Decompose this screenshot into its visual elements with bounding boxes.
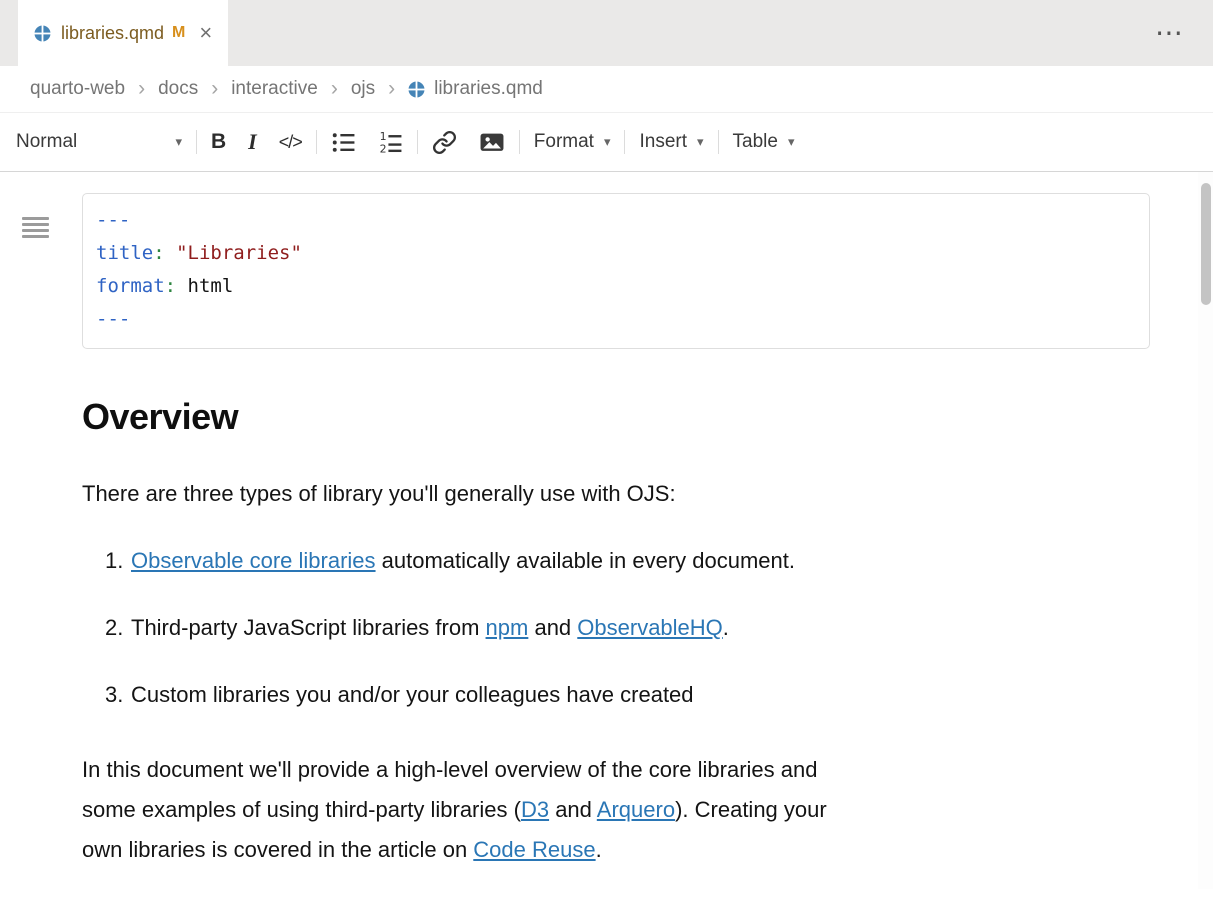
quarto-file-icon (408, 81, 425, 98)
toolbar-separator (417, 130, 418, 154)
paragraph-style-select[interactable]: Normal ▾ (14, 131, 182, 153)
toolbar-separator (519, 130, 520, 154)
chevron-down-icon: ▾ (175, 134, 182, 150)
yaml-title-line: title: "Libraries" (96, 237, 1136, 270)
list-item-text: Custom libraries you and/or your colleag… (131, 680, 694, 710)
list-item-number: 2. (82, 613, 131, 643)
editor-canvas[interactable]: --- title: "Libraries" format: html --- … (0, 193, 1213, 910)
text-run: In this document we'll provide a high-le… (82, 757, 817, 782)
yaml-key: format (96, 275, 165, 297)
quarto-file-icon (34, 25, 51, 42)
formatting-toolbar: Normal ▾ B I </> 1 2 (0, 113, 1213, 172)
yaml-colon: : (165, 275, 176, 297)
closing-paragraph-line: own libraries is covered in the article … (82, 830, 1092, 870)
more-options-icon[interactable]: ⋯ (1155, 19, 1185, 47)
bold-button[interactable]: B (211, 130, 226, 154)
toolbar-separator (718, 130, 719, 154)
library-types-list: 1. Observable core libraries automatical… (82, 546, 1150, 710)
closing-paragraph-line: In this document we'll provide a high-le… (82, 750, 1092, 790)
yaml-colon: : (153, 242, 164, 264)
list-item: 1. Observable core libraries automatical… (82, 546, 1150, 576)
list-item: 2. Third-party JavaScript libraries from… (82, 613, 1150, 643)
inline-link[interactable]: Arquero (597, 797, 675, 822)
insert-menu[interactable]: Insert ▾ (639, 131, 703, 153)
text-run: automatically available in every documen… (376, 548, 795, 573)
tab-strip: libraries.qmd M × ⋯ (0, 0, 1213, 66)
format-menu-label: Format (534, 131, 594, 153)
scrollbar-track[interactable] (1198, 172, 1213, 889)
yaml-plain-value: html (188, 275, 234, 297)
breadcrumb-separator: › (211, 77, 218, 101)
insert-menu-label: Insert (639, 131, 687, 153)
insert-image-button[interactable] (479, 130, 505, 155)
toolbar-separator (316, 130, 317, 154)
image-icon (479, 130, 505, 155)
table-menu[interactable]: Table ▾ (733, 131, 795, 153)
block-drag-handle-icon[interactable] (22, 217, 49, 241)
breadcrumb: quarto-web › docs › interactive › ojs › … (0, 66, 1213, 113)
text-run: some examples of using third-party libra… (82, 797, 521, 822)
closing-paragraph-line: some examples of using third-party libra… (82, 790, 1092, 830)
yaml-fence-bottom: --- (96, 303, 1136, 336)
breadcrumb-quarto-web[interactable]: quarto-web (30, 78, 125, 100)
text-run: ). Creating your (675, 797, 827, 822)
yaml-format-line: format: html (96, 270, 1136, 303)
text-run: Custom libraries you and/or your colleag… (131, 682, 694, 707)
toolbar-separator (624, 130, 625, 154)
chevron-down-icon: ▾ (788, 134, 795, 150)
table-menu-label: Table (733, 131, 778, 153)
closing-paragraph: In this document we'll provide a high-le… (82, 750, 1092, 870)
numbered-list-button[interactable]: 1 2 (378, 130, 403, 155)
intro-paragraph: There are three types of library you'll … (82, 479, 1150, 509)
text-run: and (549, 797, 597, 822)
text-run: own libraries is covered in the article … (82, 837, 473, 862)
text-run: . (723, 615, 729, 640)
bullet-list-button[interactable] (331, 130, 356, 155)
yaml-fence-top: --- (96, 204, 1136, 237)
inline-link[interactable]: ObservableHQ (577, 615, 723, 640)
link-icon (432, 130, 457, 155)
close-tab-icon[interactable]: × (199, 22, 212, 44)
tab-title: libraries.qmd (61, 23, 164, 44)
breadcrumb-separator: › (388, 77, 395, 101)
chevron-down-icon: ▾ (604, 134, 611, 150)
bullet-list-icon (331, 130, 356, 155)
numbered-list-icon: 1 2 (378, 130, 403, 155)
breadcrumb-separator: › (331, 77, 338, 101)
list-item-text: Observable core libraries automatically … (131, 546, 795, 576)
text-run: . (596, 837, 602, 862)
svg-text:1: 1 (379, 130, 386, 143)
insert-link-button[interactable] (432, 130, 457, 155)
breadcrumb-file[interactable]: libraries.qmd (408, 78, 543, 100)
inline-link[interactable]: Observable core libraries (131, 548, 376, 573)
breadcrumb-file-label: libraries.qmd (434, 78, 543, 100)
code-button[interactable]: </> (279, 132, 302, 153)
breadcrumb-docs[interactable]: docs (158, 78, 198, 100)
list-item: 3. Custom libraries you and/or your coll… (82, 680, 1150, 710)
toolbar-separator (196, 130, 197, 154)
list-item-number: 3. (82, 680, 131, 710)
yaml-string-value: "Libraries" (176, 242, 302, 264)
format-menu[interactable]: Format ▾ (534, 131, 611, 153)
yaml-key: title (96, 242, 153, 264)
italic-button[interactable]: I (248, 129, 257, 155)
git-modified-badge: M (172, 24, 185, 42)
inline-link[interactable]: D3 (521, 797, 549, 822)
overview-heading: Overview (82, 397, 1150, 437)
svg-text:2: 2 (379, 142, 386, 155)
list-item-text: Third-party JavaScript libraries from np… (131, 613, 729, 643)
text-run: Third-party JavaScript libraries from (131, 615, 486, 640)
paragraph-style-value: Normal (16, 131, 77, 153)
tab-libraries-qmd[interactable]: libraries.qmd M × (18, 0, 228, 66)
breadcrumb-separator: › (138, 77, 145, 101)
inline-link[interactable]: npm (486, 615, 529, 640)
scrollbar-thumb[interactable] (1201, 183, 1211, 305)
chevron-down-icon: ▾ (697, 134, 704, 150)
inline-link[interactable]: Code Reuse (473, 837, 595, 862)
yaml-front-matter-block[interactable]: --- title: "Libraries" format: html --- (82, 193, 1150, 349)
breadcrumb-ojs[interactable]: ojs (351, 78, 375, 100)
text-run: and (528, 615, 577, 640)
breadcrumb-interactive[interactable]: interactive (231, 78, 318, 100)
list-item-number: 1. (82, 546, 131, 576)
